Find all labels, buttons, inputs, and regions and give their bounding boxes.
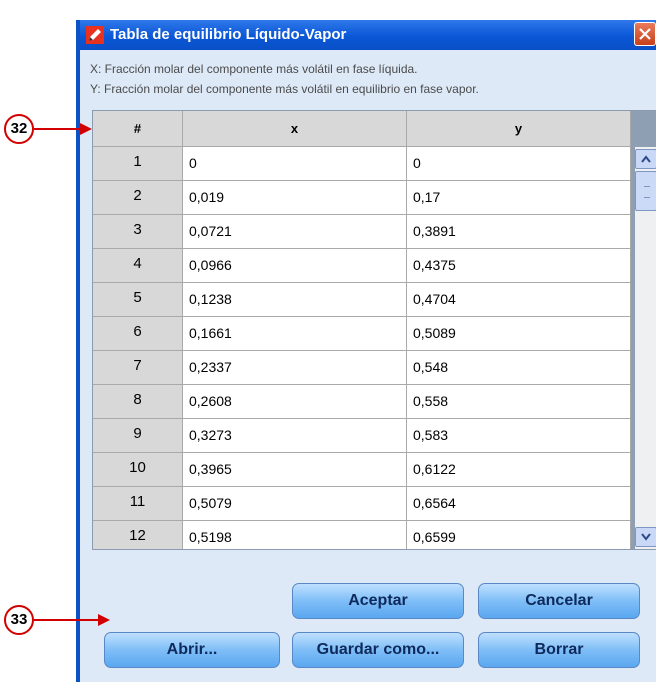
x-cell[interactable]: 0 [183,147,407,181]
y-cell[interactable]: 0,583 [407,419,631,453]
scroll-thumb[interactable] [635,171,656,211]
chevron-down-icon [641,533,651,541]
row-index-cell: 5 [93,283,183,317]
row-index-cell: 1 [93,147,183,181]
header-corner [631,111,656,147]
lv-equilibrium-window: Tabla de equilibrio Líquido-Vapor X: Fra… [76,20,656,682]
column-header-y[interactable]: y [407,111,631,147]
x-cell[interactable]: 0,1661 [183,317,407,351]
x-cell[interactable]: 0,019 [183,181,407,215]
table-header: # x y [93,111,631,147]
table-row[interactable]: 2 0,019 0,17 [93,181,631,215]
scroll-up-button[interactable] [635,149,656,169]
close-icon [639,28,651,40]
row-index-cell: 10 [93,453,183,487]
y-cell[interactable]: 0,6564 [407,487,631,521]
x-cell[interactable]: 0,0721 [183,215,407,249]
table-row[interactable]: 7 0,2337 0,548 [93,351,631,385]
close-button[interactable] [634,22,656,46]
table-row[interactable]: 9 0,3273 0,583 [93,419,631,453]
table-row[interactable]: 6 0,1661 0,5089 [93,317,631,351]
column-header-index[interactable]: # [93,111,183,147]
y-cell[interactable]: 0,17 [407,181,631,215]
x-cell[interactable]: 0,3273 [183,419,407,453]
y-cell[interactable]: 0 [407,147,631,181]
table-body: 1 0 0 2 0,019 0,17 3 0,0721 0,3891 4 0,0… [93,147,631,549]
x-cell[interactable]: 0,1238 [183,283,407,317]
clear-button[interactable]: Borrar [478,632,640,668]
save-as-button[interactable]: Guardar como... [292,632,464,668]
y-cell[interactable]: 0,548 [407,351,631,385]
y-cell[interactable]: 0,558 [407,385,631,419]
table-row[interactable]: 11 0,5079 0,6564 [93,487,631,521]
row-index-cell: 4 [93,249,183,283]
table-row[interactable]: 12 0,5198 0,6599 [93,521,631,549]
row-index-cell: 12 [93,521,183,549]
table-row[interactable]: 8 0,2608 0,558 [93,385,631,419]
arrow-icon [34,614,110,626]
callout-32: 32 [4,114,34,144]
y-cell[interactable]: 0,6122 [407,453,631,487]
y-cell[interactable]: 0,4375 [407,249,631,283]
table-row[interactable]: 3 0,0721 0,3891 [93,215,631,249]
chevron-up-icon [641,155,651,163]
table-row[interactable]: 1 0 0 [93,147,631,181]
row-index-cell: 9 [93,419,183,453]
scroll-down-button[interactable] [635,527,656,547]
x-cell[interactable]: 0,2337 [183,351,407,385]
x-cell[interactable]: 0,0966 [183,249,407,283]
description-x: X: Fracción molar del componente más vol… [90,62,418,76]
accept-button[interactable]: Aceptar [292,583,464,619]
y-cell[interactable]: 0,3891 [407,215,631,249]
equilibrium-table: # x y 1 0 0 2 0,019 0,17 3 0,0721 0,3891… [92,110,656,550]
x-cell[interactable]: 0,5198 [183,521,407,549]
column-header-x[interactable]: x [183,111,407,147]
row-index-cell: 8 [93,385,183,419]
x-cell[interactable]: 0,2608 [183,385,407,419]
y-cell[interactable]: 0,4704 [407,283,631,317]
row-index-cell: 7 [93,351,183,385]
table-row[interactable]: 10 0,3965 0,6122 [93,453,631,487]
table-row[interactable]: 4 0,0966 0,4375 [93,249,631,283]
title-bar: Tabla de equilibrio Líquido-Vapor [80,20,656,50]
y-cell[interactable]: 0,5089 [407,317,631,351]
thumb-grip [644,186,650,198]
open-button[interactable]: Abrir... [104,632,280,668]
description-y: Y: Fracción molar del componente más vol… [90,82,479,96]
pencil-icon [86,26,104,44]
row-index-cell: 3 [93,215,183,249]
window-title: Tabla de equilibrio Líquido-Vapor [110,26,347,43]
row-index-cell: 11 [93,487,183,521]
arrow-icon [34,123,92,135]
x-cell[interactable]: 0,5079 [183,487,407,521]
cancel-button[interactable]: Cancelar [478,583,640,619]
table-row[interactable]: 5 0,1238 0,4704 [93,283,631,317]
callout-33: 33 [4,605,34,635]
row-index-cell: 2 [93,181,183,215]
vertical-scrollbar[interactable] [631,147,656,549]
x-cell[interactable]: 0,3965 [183,453,407,487]
y-cell[interactable]: 0,6599 [407,521,631,549]
row-index-cell: 6 [93,317,183,351]
